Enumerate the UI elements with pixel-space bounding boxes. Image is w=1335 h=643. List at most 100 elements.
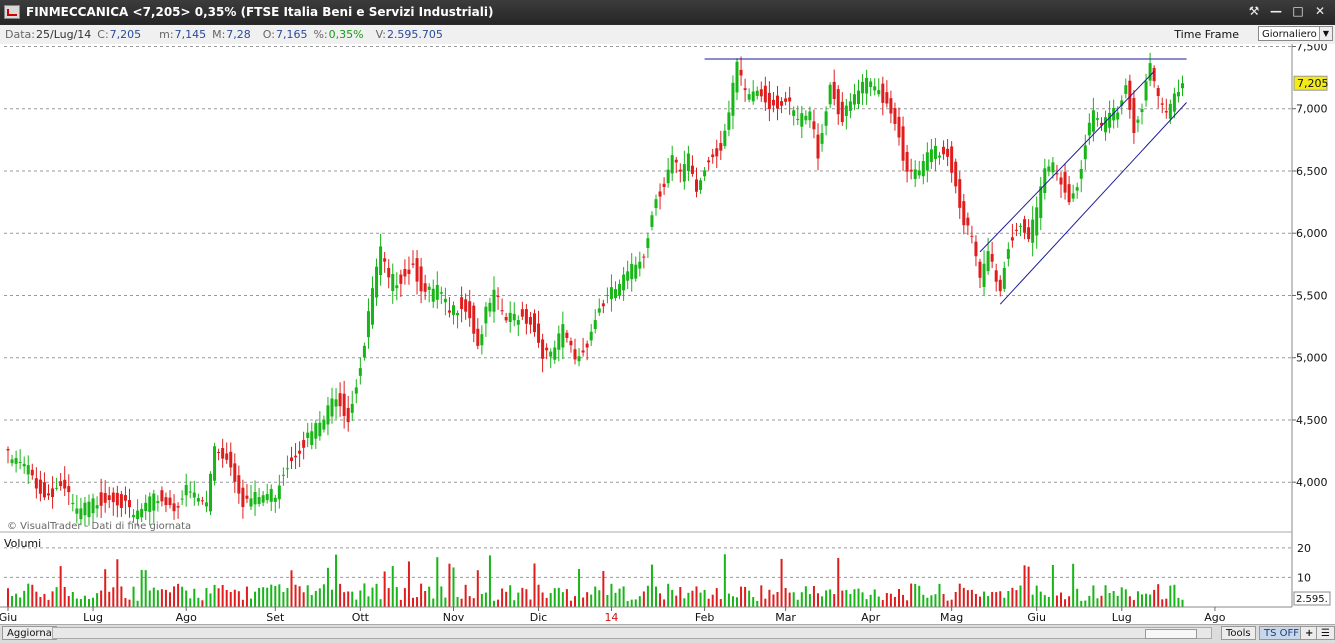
candle-body bbox=[322, 419, 326, 430]
candle-body bbox=[168, 497, 172, 506]
volume-bar bbox=[335, 554, 338, 607]
volume-bar bbox=[1080, 600, 1083, 607]
volume-bar bbox=[974, 593, 977, 607]
candle-body bbox=[1172, 93, 1176, 112]
candle-body bbox=[387, 268, 391, 278]
scrollbar-thumb[interactable] bbox=[1145, 629, 1197, 639]
volume-bar bbox=[177, 583, 180, 607]
candle-body bbox=[6, 448, 10, 451]
volume-bar bbox=[752, 597, 755, 607]
volume-title: Volumi bbox=[4, 537, 41, 550]
volume-bar bbox=[379, 599, 382, 607]
timeframe-select[interactable]: Giornaliero ▼ bbox=[1258, 26, 1333, 41]
volume-bar bbox=[817, 593, 819, 607]
volume-bar bbox=[1027, 566, 1030, 607]
candle-body bbox=[403, 269, 407, 277]
candle-body bbox=[407, 269, 411, 274]
volume-bar bbox=[266, 587, 269, 607]
candle-body bbox=[1095, 118, 1099, 120]
volume-bar bbox=[723, 554, 726, 607]
candle-body bbox=[472, 305, 476, 334]
candle-body bbox=[634, 264, 638, 279]
horizontal-scrollbar[interactable] bbox=[52, 627, 1212, 639]
candle-body bbox=[241, 487, 245, 508]
candle-body bbox=[970, 235, 974, 237]
volume-bar bbox=[525, 589, 528, 607]
volume-bar bbox=[298, 586, 301, 607]
volume-bar bbox=[545, 597, 548, 607]
volume-bar bbox=[197, 597, 200, 607]
volume-bar bbox=[889, 593, 892, 607]
volume-bar bbox=[420, 583, 423, 607]
volume-bar bbox=[533, 563, 536, 607]
candle-body bbox=[456, 312, 460, 316]
candle-body bbox=[1104, 117, 1108, 133]
high-label: M: bbox=[212, 28, 226, 41]
volume-bar bbox=[1173, 584, 1176, 607]
candle-body bbox=[47, 493, 50, 496]
candle-body bbox=[184, 484, 188, 496]
candle-body bbox=[468, 301, 472, 319]
candle-body bbox=[476, 328, 480, 346]
volume-bar bbox=[1047, 596, 1050, 607]
ts-toggle-button[interactable]: TS OFF bbox=[1259, 626, 1305, 640]
volume-bar bbox=[460, 598, 463, 607]
minimize-icon[interactable]: — bbox=[1267, 3, 1285, 20]
candle-body bbox=[1083, 145, 1087, 160]
candle-body bbox=[411, 263, 415, 265]
tools-icon[interactable]: ⚒ bbox=[1245, 3, 1263, 20]
candle-body bbox=[371, 288, 374, 325]
candle-body bbox=[1160, 103, 1164, 105]
volume-bar bbox=[306, 585, 309, 607]
volume-bar bbox=[493, 600, 495, 607]
volume-bar bbox=[387, 588, 390, 607]
date-tick-label: Ago bbox=[1204, 611, 1226, 624]
volume-bar bbox=[715, 588, 718, 607]
candle-body bbox=[686, 153, 690, 172]
menu-icon[interactable]: ☰ bbox=[1316, 626, 1335, 640]
candle-body bbox=[18, 461, 22, 463]
volume-bar bbox=[841, 590, 844, 607]
candle-body bbox=[107, 495, 111, 500]
volume-bar bbox=[1072, 563, 1075, 607]
candle-body bbox=[225, 453, 229, 460]
price-chart[interactable]: 7,500 7,000 6,500 6,000 5,500 5,000 4,500 4,000… bbox=[0, 40, 1335, 624]
close-icon[interactable]: ✕ bbox=[1311, 3, 1329, 20]
candle-body bbox=[83, 502, 87, 516]
candle-body bbox=[95, 505, 99, 509]
volume-bar bbox=[792, 592, 795, 607]
candle-body bbox=[553, 347, 557, 360]
candle-body bbox=[998, 279, 1002, 292]
candle-body bbox=[921, 161, 925, 177]
low-label: m: bbox=[159, 28, 174, 41]
candle-body bbox=[974, 241, 978, 257]
volume-bar bbox=[497, 599, 500, 607]
candle-body bbox=[164, 497, 168, 506]
candle-body bbox=[1124, 85, 1128, 94]
volume-bar bbox=[1120, 587, 1123, 607]
title-bar: FINMECCANICA <7,205> 0,35% (FTSE Italia … bbox=[0, 0, 1335, 24]
volume-bar bbox=[318, 588, 321, 607]
volume-bar bbox=[999, 591, 1002, 607]
volume-bar bbox=[250, 598, 252, 607]
candle-body bbox=[399, 274, 403, 284]
volume-bar bbox=[1096, 598, 1099, 607]
chart-area[interactable]: 7,500 7,000 6,500 6,000 5,500 5,000 4,500 4,000… bbox=[0, 40, 1335, 624]
volume-bar bbox=[537, 584, 540, 607]
tools-button[interactable]: Tools bbox=[1221, 626, 1256, 640]
candle-body bbox=[776, 95, 779, 109]
candle-body bbox=[427, 286, 431, 290]
candle-body bbox=[767, 92, 771, 109]
candle-body bbox=[310, 431, 314, 446]
volume-bar bbox=[476, 570, 479, 607]
volume-bar bbox=[286, 588, 289, 607]
volume-bar bbox=[173, 586, 176, 607]
candle-body bbox=[901, 126, 905, 161]
refresh-button[interactable]: Aggiorna bbox=[2, 626, 57, 640]
candle-body bbox=[682, 164, 686, 182]
maximize-icon[interactable]: □ bbox=[1289, 3, 1307, 20]
volume-bar bbox=[703, 589, 706, 607]
volume-bar bbox=[79, 599, 82, 607]
volume-bar bbox=[294, 584, 297, 607]
volume-bar bbox=[529, 599, 532, 607]
